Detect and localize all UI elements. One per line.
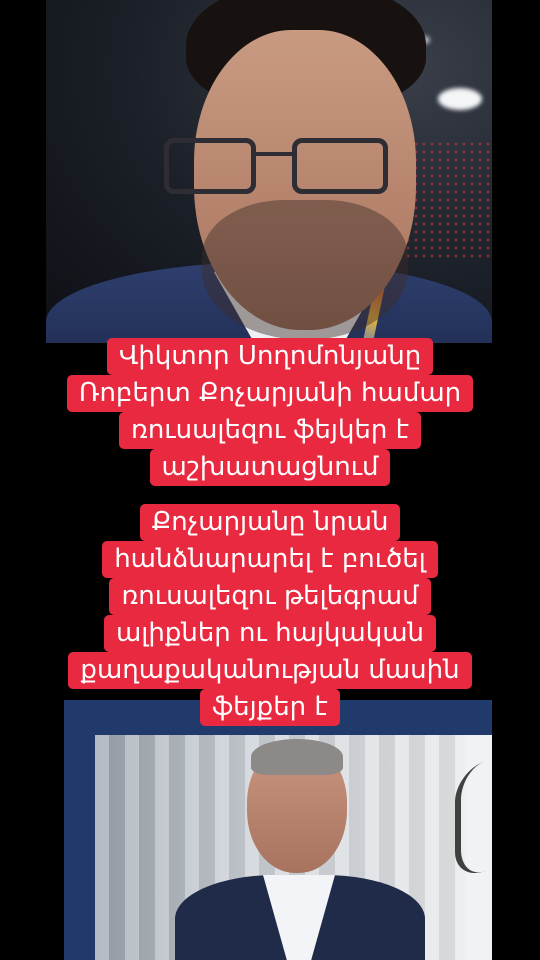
- caption-line: ալիքներ ու հայկական: [103, 615, 437, 652]
- caption-line: Քոչարյանը նրան: [139, 504, 401, 541]
- caption-line: Վիկտոր Սողոմոնյանը: [106, 338, 434, 375]
- caption-line: ֆեյքեր է: [200, 689, 340, 726]
- portrait-photo-bottom: [95, 735, 465, 960]
- caption-subtext: Քոչարյանը նրան հանձնարարել է բուծել ռուս…: [0, 504, 540, 726]
- caption-headline: Վիկտոր Սողոմոնյանը Ռոբերտ Քոչարյանի համա…: [0, 338, 540, 486]
- caption-line: աշխատացնում: [149, 449, 391, 486]
- caption-line: հանձնարարել է բուծել: [102, 541, 438, 578]
- caption-line: քաղաքականության մասին: [68, 652, 472, 689]
- video-frame: Վիկտոր Սողոմոնյանը Ռոբերտ Քոչարյանի համա…: [0, 0, 540, 960]
- caption-line: Ռոբերտ Քոչարյանի համար: [66, 375, 474, 412]
- caption-line: ռուսալեզու ֆեյկեր է: [118, 412, 422, 449]
- portrait-photo-top: [46, 0, 492, 343]
- caption-line: ռուսալեզու թելեգրամ: [109, 578, 431, 615]
